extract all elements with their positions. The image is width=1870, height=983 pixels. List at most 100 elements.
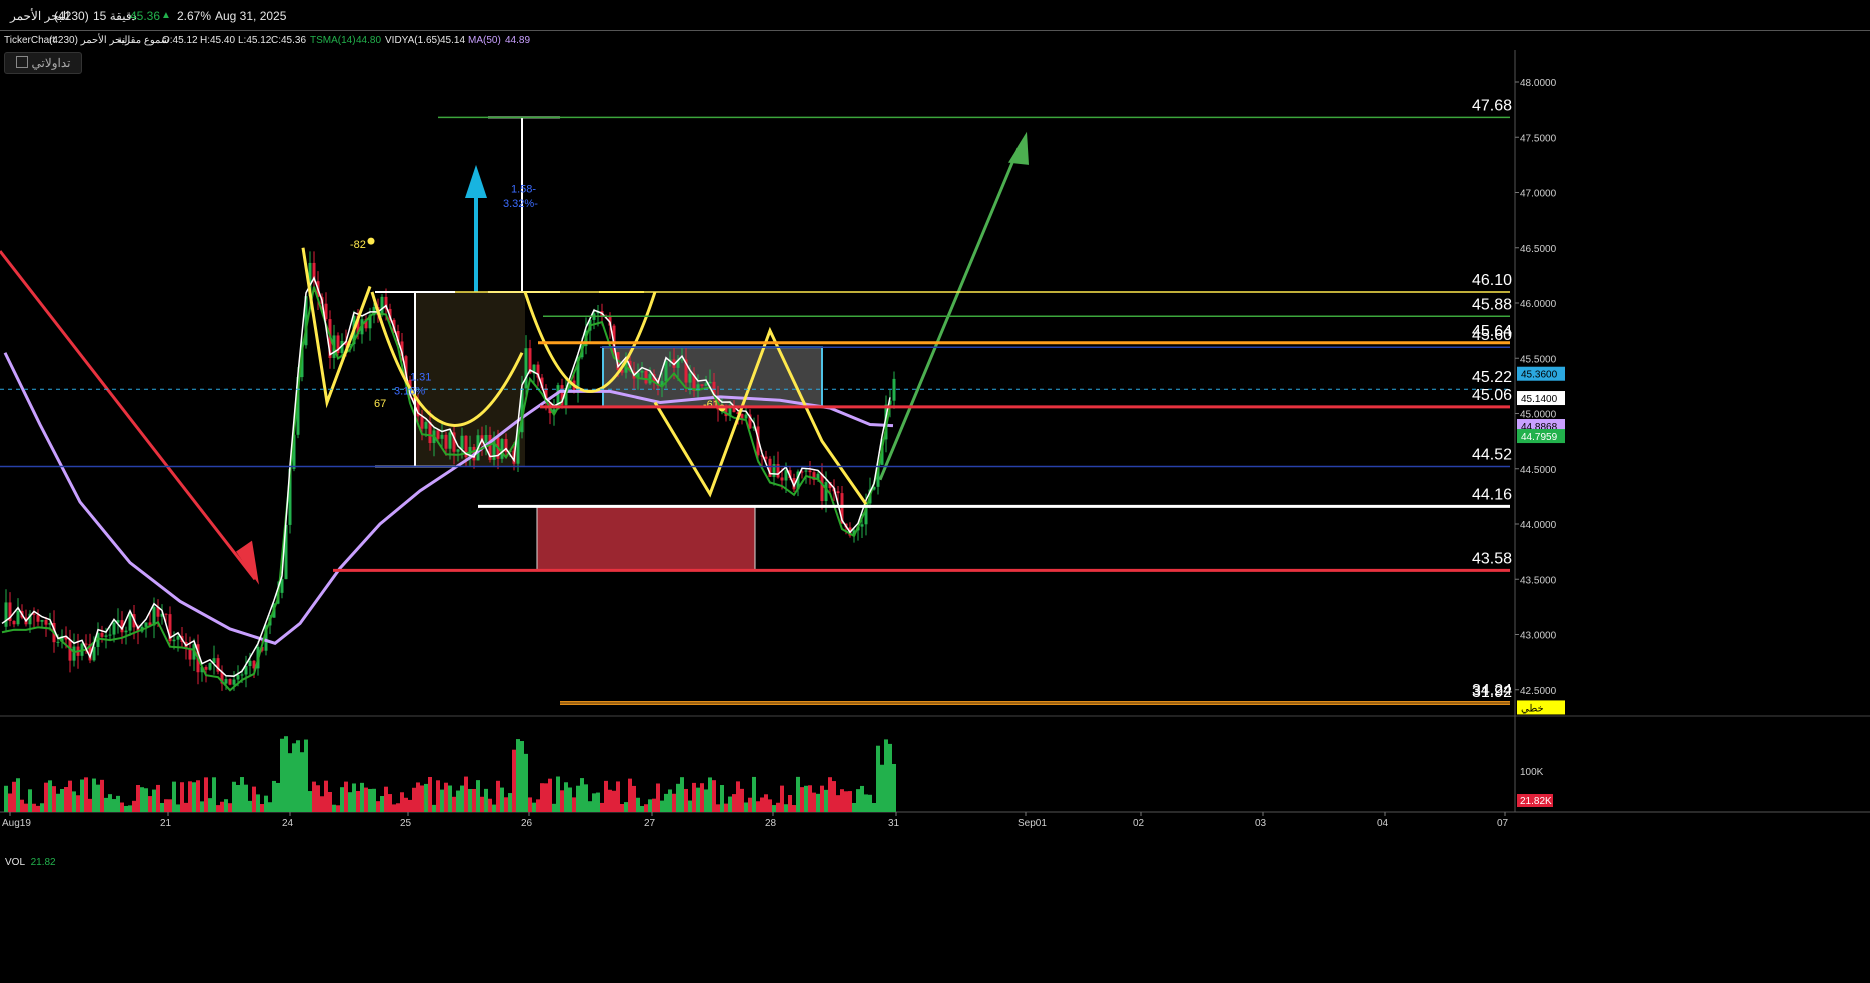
volume-bar [60,788,64,812]
volume-bar [788,795,792,812]
candle-body [248,660,252,667]
volume-bar [680,777,684,812]
volume-bar [756,801,760,812]
volume-bar [476,780,480,812]
volume-bar [456,790,460,812]
volume-bar [868,794,872,812]
candle-body [380,296,384,316]
price-level-label: 31.92 [1472,684,1512,701]
candle-body [420,416,424,429]
volume-bar [628,778,632,812]
volume-bar [864,794,868,812]
low-value: L:45.12 [238,35,272,46]
volume-bar [224,799,228,812]
candle-body [36,614,40,622]
last-price: 45.36 [130,9,161,23]
volume-bar [624,802,628,812]
date-label: Aug 31, 2025 [215,9,287,23]
price-tick-label: 43.5000 [1520,575,1557,586]
volume-bar [220,801,224,812]
volume-bar [488,798,492,812]
vidya-label[interactable]: VIDYA(1.65) [385,35,440,46]
volume-bar [404,797,408,812]
volume-bar [460,785,464,812]
volume-bar [448,785,452,812]
candle-body [700,384,704,386]
volume-bar [272,780,276,812]
volume-bar [232,781,236,812]
candle-body [144,622,148,627]
volume-bar [688,800,692,812]
volume-bar [356,791,360,812]
candle-body [860,524,864,527]
candle-body [444,434,448,449]
volume-bar [484,788,488,812]
volume-bar [640,805,644,812]
volume-bar [308,791,312,812]
volume-bar [856,789,860,812]
candle-body [84,643,88,645]
tsma-label[interactable]: TSMA(14) [310,35,356,46]
volume-bar [776,802,780,812]
ma-label[interactable]: MA(50) [468,35,501,46]
time-tick-label: 07 [1497,818,1509,829]
volume-bar [336,805,340,812]
volume-bar [72,791,76,812]
volume-bar [568,787,572,812]
volume-bar [440,789,444,812]
time-tick-label: 31 [888,818,900,829]
candle-body [644,370,648,384]
close-value: C:45.36 [271,35,307,46]
time-tick-label: 27 [644,818,656,829]
candle-body [104,635,108,637]
volume-bar [684,788,688,812]
volume-bar [672,793,676,812]
volume-bar [608,789,612,812]
volume-bar [576,785,580,812]
volume-bar [80,779,84,812]
volume-bar [192,782,196,812]
volume-bar [12,781,16,812]
volume-label: VOL 21.82 [5,857,56,868]
volume-bar [340,787,344,812]
volume-bar [544,783,548,812]
volume-bar [660,800,664,812]
volume-bar [800,787,804,812]
candle-body [804,470,808,472]
volume-bar [64,787,68,812]
volume-bar [708,777,712,812]
volume-bar [472,788,476,812]
volume-bar [512,749,516,812]
candle-body [204,666,208,670]
candle-body [112,622,116,635]
candle-body [164,613,168,615]
volume-bar [644,804,648,812]
candle-body [500,439,504,459]
volume-bar [420,785,424,812]
volume-bar [820,785,824,812]
drawing-zones [415,291,823,571]
volume-bar [564,782,568,812]
volume-bar [20,799,24,812]
volume-bar [76,795,80,812]
candle-body [72,646,76,661]
volume-bar [540,783,544,812]
price-chart[interactable]: -8267 -611.58-3.32%-1.313.16% 47.6846.104… [0,50,1870,983]
volume-bar [28,789,32,812]
volume-bar [696,787,700,812]
volume-bar [276,782,280,812]
volume-bar [96,784,100,812]
volume-bar [772,805,776,812]
candle-body [172,639,176,642]
volume-bar [36,805,40,812]
volume-bar [816,793,820,812]
price-level-label: 44.52 [1472,447,1512,464]
volume-bar [304,739,308,812]
candle-body [820,473,824,502]
volume-bar [204,777,208,812]
volume-bar [480,796,484,812]
symbol-code[interactable]: (4230) [54,9,89,23]
volume-bar [24,803,28,812]
volume-tag: 21.82K [1520,796,1552,807]
price-tick-label: 42.5000 [1520,686,1557,697]
